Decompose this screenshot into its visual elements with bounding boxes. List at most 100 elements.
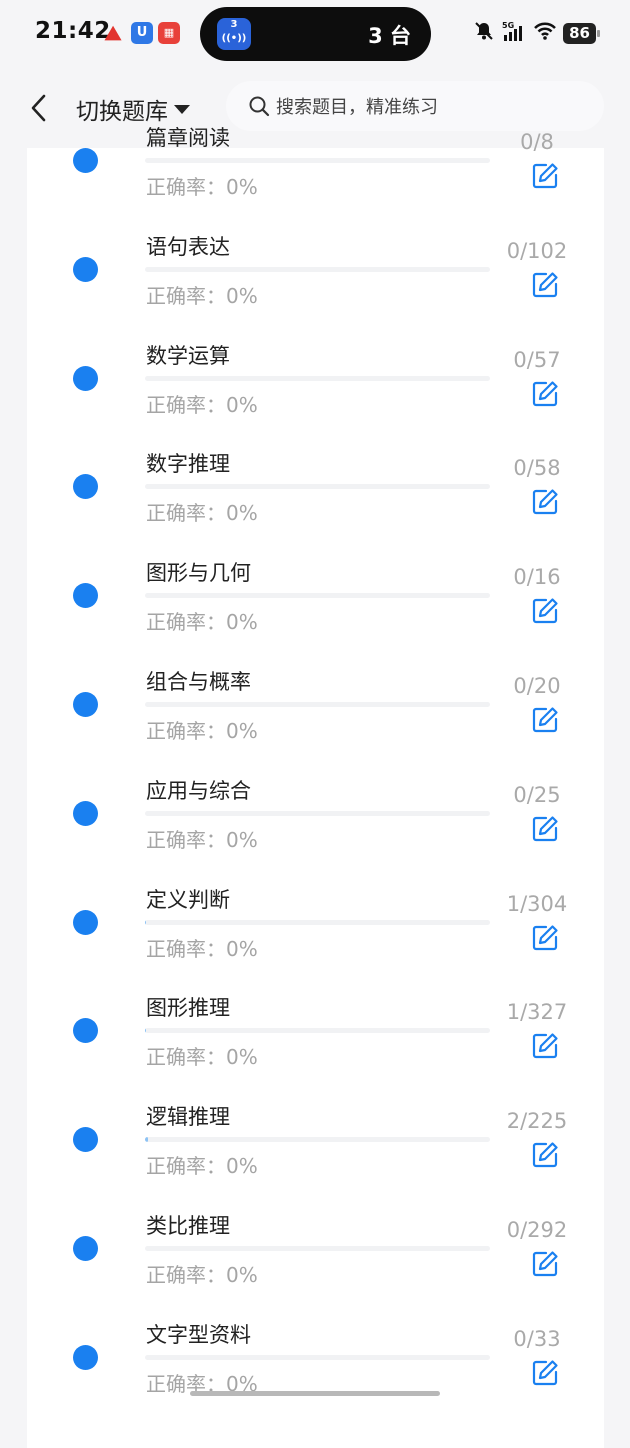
accuracy-text: 正确率：0%: [146, 392, 258, 417]
status-time: 21:42: [35, 18, 111, 44]
progress-count: 0/33: [513, 1326, 561, 1351]
status-dot-icon: [73, 474, 98, 500]
caret-down-icon: [174, 104, 190, 114]
list-item[interactable]: 图形推理正确率：0% 1/327: [27, 992, 604, 1101]
progress-bar: [145, 919, 490, 925]
status-dot-icon: [73, 909, 98, 935]
category-title: 篇章阅读: [146, 126, 230, 150]
status-dot-icon: [73, 1236, 98, 1261]
progress-count: 1/304: [506, 891, 568, 916]
progress-bar: [145, 810, 490, 816]
list-item[interactable]: 组合与概率 正确率：0% 0/20: [27, 666, 604, 775]
progress-count: 1/327: [506, 1000, 568, 1025]
accuracy-text: 正确率：0%: [146, 936, 258, 961]
status-dot-icon: [73, 692, 98, 717]
wifi-icon: [533, 21, 557, 46]
edit-practice-icon[interactable]: [531, 488, 559, 516]
edit-practice-icon[interactable]: [531, 380, 559, 408]
edit-practice-icon[interactable]: [531, 597, 559, 625]
progress-bar: [145, 1028, 490, 1034]
mute-bell-icon: [473, 20, 495, 47]
category-title: 定义判断: [146, 887, 230, 912]
app-blue-u-icon: U: [131, 22, 153, 44]
edit-practice-icon[interactable]: [531, 1250, 559, 1278]
progress-bar: [145, 158, 490, 163]
edit-practice-icon[interactable]: [531, 706, 559, 734]
accuracy-text: 正确率：0%: [146, 1045, 258, 1070]
status-dot-icon: [73, 1018, 98, 1044]
progress-count: 0/16: [513, 565, 561, 590]
edit-practice-icon[interactable]: [531, 271, 559, 299]
progress-bar: [145, 1246, 490, 1251]
category-title: 文字型资料: [146, 1322, 251, 1347]
list-item[interactable]: 文字型资料 正确率：0% 0/33: [27, 1319, 604, 1428]
live-activity-pill[interactable]: 3 ((•)) 3 台: [200, 7, 431, 61]
list-item[interactable]: 数学运算正确率：0% 0/57: [27, 340, 604, 449]
list-item[interactable]: 应用与综合正确率：0% 0/25: [27, 775, 604, 884]
signal-icon: 5G: [501, 20, 527, 47]
edit-practice-icon[interactable]: [531, 1032, 559, 1060]
category-title: 逻辑推理: [146, 1105, 230, 1130]
status-bar: 21:42 ⛰ U ▦ 3 ((•)) 3 台 5G 86: [0, 0, 630, 68]
status-right: 5G 86: [473, 18, 600, 48]
network-label: 5G: [502, 21, 514, 30]
status-dot-icon: [73, 1344, 98, 1370]
list-item[interactable]: 数字推理 正确率：0% 0/58: [27, 448, 604, 557]
category-title: 语句表达: [146, 234, 230, 259]
switch-bank-label: 切换题库: [76, 99, 168, 125]
progress-bar: [145, 1137, 490, 1143]
list-item[interactable]: 图形与几何 正确率：0% 0/16: [27, 557, 604, 666]
list-item[interactable]: 类比推理正确率：0% 0/292: [27, 1210, 604, 1319]
category-title: 图形推理: [146, 996, 230, 1021]
list-item[interactable]: 逻辑推理正确率：0% 2/225: [27, 1101, 604, 1210]
search-placeholder: 搜索题目，精准练习: [276, 97, 438, 118]
progress-count: 0/58: [513, 456, 561, 481]
status-dot-icon: [73, 148, 98, 173]
progress-count: 0/8: [520, 130, 554, 154]
progress-fill: [145, 919, 147, 925]
question-category-list: 篇章阅读 正确率：0% 0/8 语句表达 正确率：0% 0/102 数学运算 正确率：0% 0/…: [27, 126, 604, 1448]
accuracy-text: 正确率：0%: [146, 827, 258, 852]
list-item[interactable]: 语句表达 正确率：0% 0/102: [27, 231, 604, 340]
progress-bar: [145, 375, 490, 381]
category-title: 数字推理: [146, 452, 230, 477]
category-title: 数学运算: [146, 343, 230, 368]
switch-question-bank-button[interactable]: 切换题库: [76, 92, 190, 126]
progress-bar: [145, 266, 490, 272]
search-icon: [249, 96, 270, 117]
accuracy-text: 正确率：0%: [146, 1263, 258, 1287]
category-title: 组合与概率: [146, 670, 251, 694]
progress-fill: [145, 1028, 147, 1034]
progress-bar: [145, 702, 490, 707]
edit-practice-icon[interactable]: [531, 1359, 559, 1387]
progress-count: 0/25: [513, 782, 561, 807]
status-dot-icon: [73, 256, 98, 282]
progress-fill: [145, 1137, 149, 1143]
accuracy-text: 正确率：0%: [146, 610, 258, 635]
edit-practice-icon[interactable]: [531, 162, 559, 190]
progress-count: 0/57: [513, 347, 561, 372]
app-red-icon: ⛰: [104, 21, 122, 45]
category-title: 类比推理: [146, 1214, 230, 1238]
progress-count: 0/292: [506, 1218, 568, 1242]
accuracy-text: 正确率：0%: [146, 283, 258, 308]
battery-indicator: 86: [563, 22, 600, 44]
edit-practice-icon[interactable]: [531, 1141, 559, 1169]
status-dot-icon: [73, 800, 98, 826]
progress-count: 2/225: [506, 1109, 568, 1134]
category-title: 应用与综合: [146, 778, 251, 803]
edit-practice-icon[interactable]: [531, 924, 559, 952]
home-indicator[interactable]: [190, 1391, 440, 1396]
progress-bar: [145, 1354, 490, 1360]
live-activity-text: 3 台: [368, 24, 411, 48]
app-red-square-icon: ▦: [158, 22, 180, 44]
accuracy-text: 正确率：0%: [146, 1154, 258, 1179]
list-item[interactable]: 定义判断正确率：0% 1/304: [27, 884, 604, 993]
status-dot-icon: [73, 583, 98, 609]
list-item[interactable]: 篇章阅读 正确率：0% 0/8: [27, 122, 604, 231]
cast-icon-badge: 3: [230, 19, 238, 30]
accuracy-text: 正确率：0%: [146, 719, 258, 743]
progress-bar: [145, 593, 490, 599]
back-arrow-icon[interactable]: [28, 93, 50, 123]
edit-practice-icon[interactable]: [531, 815, 559, 843]
